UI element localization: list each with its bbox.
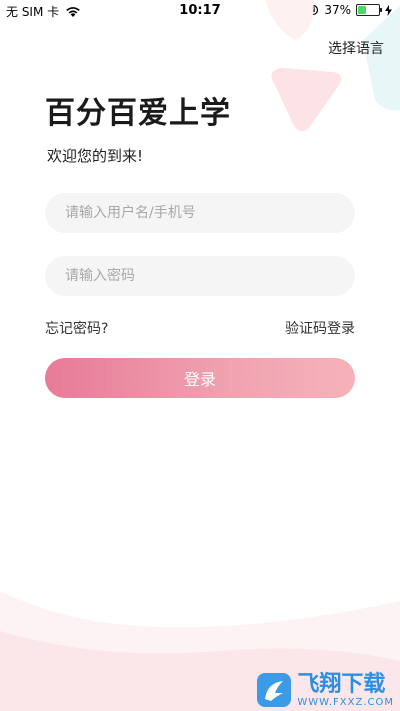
- username-input[interactable]: [45, 193, 355, 233]
- app-title: 百分百爱上学: [45, 96, 231, 131]
- watermark-text: 飞翔下载 WWW.FXXZ.COM: [297, 671, 394, 708]
- charging-icon: [385, 4, 392, 16]
- battery-fill: [358, 6, 367, 14]
- code-login-link[interactable]: 验证码登录: [285, 318, 355, 338]
- watermark-name: 飞翔下载: [297, 671, 386, 697]
- status-bar: 无 SIM 卡 10:17 37%: [0, 0, 400, 22]
- login-button[interactable]: 登录: [45, 358, 355, 398]
- orientation-lock-icon: [308, 4, 319, 16]
- language-select-button[interactable]: 选择语言: [328, 38, 384, 58]
- battery-icon: [356, 4, 382, 16]
- watermark-logo-icon: [257, 673, 292, 707]
- welcome-subtitle: 欢迎您的到来!: [47, 147, 144, 165]
- watermark: 飞翔下载 WWW.FXXZ.COM: [255, 671, 394, 709]
- watermark-url: WWW.FXXZ.COM: [297, 696, 394, 708]
- status-right: 37%: [307, 3, 392, 17]
- battery-percent: 37%: [324, 3, 351, 17]
- password-input[interactable]: [45, 256, 355, 296]
- forgot-password-link[interactable]: 忘记密码?: [45, 318, 108, 338]
